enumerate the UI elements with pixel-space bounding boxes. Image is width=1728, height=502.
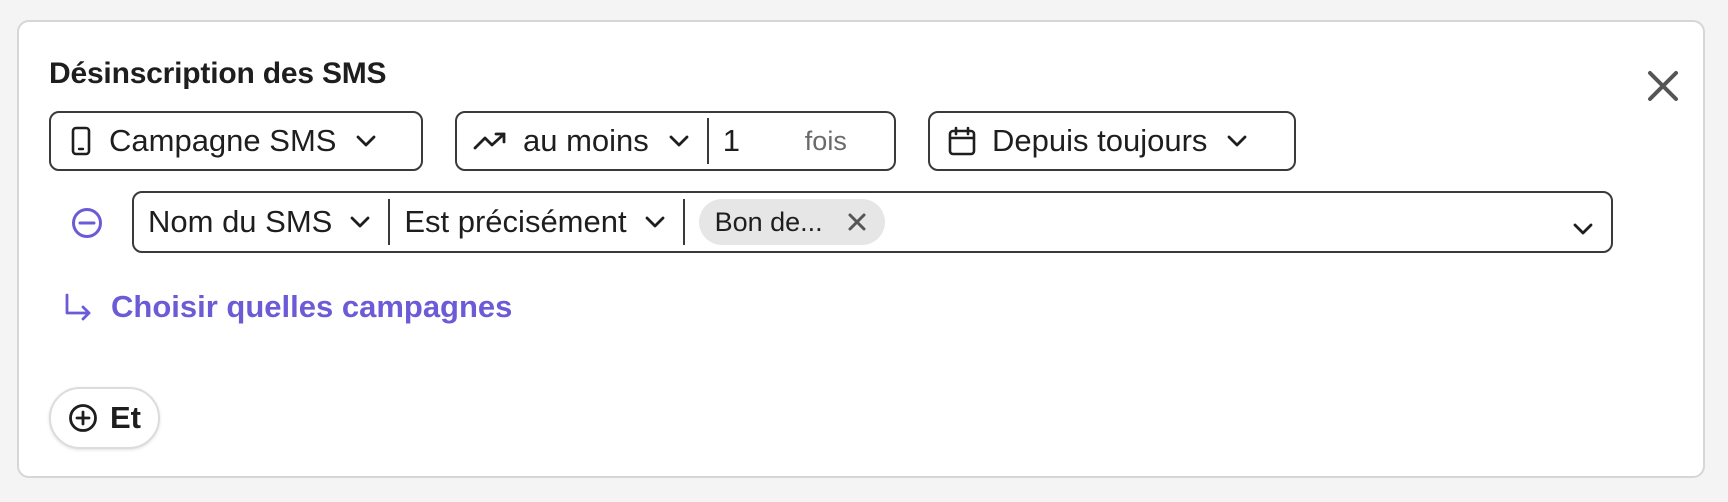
filter-title: Désinscription des SMS — [49, 57, 387, 90]
frequency-control: au moins fois — [455, 111, 896, 171]
choose-campaigns-label: Choisir quelles campagnes — [111, 289, 513, 324]
condition-operator-label: Est précisément — [404, 204, 627, 239]
filter-card: Désinscription des SMS Campagne SMS au m… — [17, 20, 1705, 478]
count-input[interactable] — [722, 123, 793, 159]
add-and-label: Et — [110, 400, 141, 435]
condition-operator-dropdown[interactable]: Est précisément — [390, 193, 682, 251]
value-chip: Bon de... — [698, 199, 885, 245]
condition-field-dropdown[interactable]: Nom du SMS — [134, 193, 388, 251]
remove-chip-icon[interactable] — [847, 212, 867, 232]
condition-field-label: Nom du SMS — [148, 204, 333, 239]
channel-label: Campagne SMS — [109, 123, 337, 158]
chevron-down-icon — [350, 216, 370, 228]
arrow-turn-down-right-icon — [63, 293, 93, 321]
period-dropdown[interactable]: Depuis toujours — [928, 111, 1296, 171]
frequency-operator-label: au moins — [523, 123, 649, 158]
choose-campaigns-link[interactable]: Choisir quelles campagnes — [63, 289, 512, 325]
minus-circle-icon — [70, 206, 104, 240]
value-chip-label: Bon de... — [714, 206, 823, 237]
plus-circle-icon — [68, 403, 98, 433]
count-unit-label: fois — [804, 125, 847, 156]
period-label: Depuis toujours — [992, 123, 1208, 158]
mobile-phone-icon — [71, 126, 91, 156]
condition-values-input[interactable]: Bon de... — [685, 193, 1611, 251]
close-icon — [1646, 69, 1680, 103]
frequency-operator-dropdown[interactable]: au moins — [457, 113, 707, 169]
channel-dropdown[interactable]: Campagne SMS — [49, 111, 423, 171]
chevron-down-icon — [669, 135, 689, 147]
chevron-down-icon[interactable] — [1573, 223, 1593, 235]
condition-row: Nom du SMS Est précisément Bon de... — [132, 191, 1613, 253]
chevron-down-icon — [645, 216, 665, 228]
calendar-icon — [948, 126, 976, 156]
add-and-condition-button[interactable]: Et — [49, 387, 160, 449]
chevron-down-icon — [1227, 135, 1247, 147]
close-button[interactable] — [1635, 58, 1691, 114]
remove-condition-button[interactable] — [67, 203, 107, 243]
chevron-down-icon — [356, 135, 376, 147]
trending-up-icon — [473, 131, 507, 151]
